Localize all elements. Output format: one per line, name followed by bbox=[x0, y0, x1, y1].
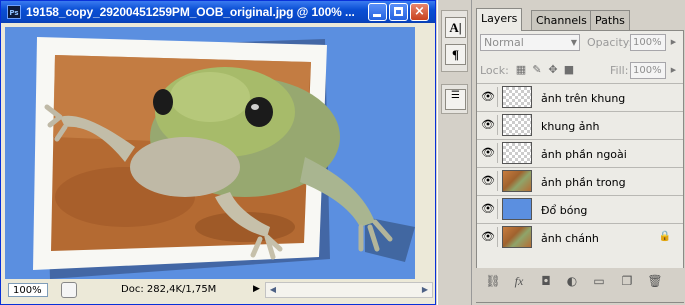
lock-position-icon[interactable]: ✥ bbox=[547, 64, 559, 76]
layer-lock-icon: 🔒 bbox=[658, 231, 671, 242]
scroll-right-icon[interactable]: ▶ bbox=[418, 283, 432, 297]
tab-paths[interactable]: Paths bbox=[590, 10, 630, 30]
tab-channels[interactable]: Channels bbox=[531, 10, 592, 30]
close-button[interactable]: × bbox=[410, 3, 429, 21]
layer-thumbnail bbox=[502, 142, 532, 164]
document-titlebar[interactable]: Ps 19158_copy_29200451259PM_OOB_original… bbox=[1, 1, 435, 23]
fill-input[interactable]: 100% bbox=[630, 62, 666, 79]
fill-dropdown-icon[interactable]: ▶ bbox=[669, 63, 678, 78]
layer-row[interactable]: 👁 ảnh phần trong bbox=[477, 167, 683, 195]
doc-size-info: Doc: 282,4K/1,75M bbox=[121, 284, 217, 295]
document-window: Ps 19158_copy_29200451259PM_OOB_original… bbox=[0, 0, 436, 305]
layer-name: ảnh trên khung bbox=[541, 92, 626, 105]
document-title: 19158_copy_29200451259PM_OOB_original.jp… bbox=[26, 5, 355, 19]
layers-pane: Normal ▼ Opacity: 100% ▶ Lock: ▦ ✎ ✥ ■ F… bbox=[476, 30, 684, 303]
layer-thumbnail bbox=[502, 198, 532, 220]
eye-icon[interactable]: 👁 bbox=[479, 87, 498, 107]
status-bar: 100% Doc: 282,4K/1,75M ▶ ◀ ▶ bbox=[5, 280, 433, 300]
opacity-input[interactable]: 100% bbox=[630, 34, 666, 51]
text-panel-group: A| ¶ bbox=[441, 10, 468, 72]
layer-row[interactable]: 👁 ảnh trên khung bbox=[477, 83, 683, 111]
eye-icon[interactable]: 👁 bbox=[479, 227, 498, 247]
navigator-icon[interactable] bbox=[61, 282, 77, 298]
history-panel-group: ☰ bbox=[441, 84, 468, 114]
image-canvas[interactable] bbox=[5, 27, 415, 279]
layers-panel: Layers Channels Paths Normal ▼ Opacity: … bbox=[471, 0, 685, 305]
lock-transparency-icon[interactable]: ▦ bbox=[515, 64, 527, 76]
layers-footer: ⛓ fx ◘ ◐ ▭ ❐ 🗑 bbox=[476, 268, 684, 302]
scroll-left-icon[interactable]: ◀ bbox=[266, 283, 280, 297]
minimize-button[interactable] bbox=[368, 3, 387, 21]
layer-row[interactable]: 👁 ảnh phần ngoài bbox=[477, 139, 683, 167]
panel-dock-strip: A| ¶ ☰ bbox=[437, 0, 471, 305]
layer-name: ảnh chánh bbox=[541, 232, 599, 245]
adjustment-icon[interactable]: ◐ bbox=[563, 274, 581, 288]
blend-mode-value: Normal bbox=[484, 36, 524, 49]
opacity-label: Opacity: bbox=[587, 36, 633, 49]
minimize-icon bbox=[373, 14, 381, 17]
new-layer-icon[interactable]: ❐ bbox=[618, 274, 636, 288]
chevron-down-icon: ▼ bbox=[570, 38, 577, 47]
blend-mode-select[interactable]: Normal ▼ bbox=[480, 34, 580, 51]
layer-thumbnail bbox=[502, 86, 532, 108]
layer-row[interactable]: 👁 ảnh chánh 🔒 bbox=[477, 223, 683, 251]
layer-name: ảnh phần trong bbox=[541, 176, 626, 189]
history-panel-icon[interactable]: ☰ bbox=[445, 89, 466, 110]
opacity-dropdown-icon[interactable]: ▶ bbox=[669, 35, 678, 50]
panel-tabs: Layers Channels Paths bbox=[476, 8, 682, 31]
maximize-icon bbox=[394, 7, 403, 16]
lock-pixels-icon[interactable]: ✎ bbox=[531, 64, 543, 76]
fill-label: Fill: bbox=[610, 64, 629, 77]
eye-icon[interactable]: 👁 bbox=[479, 115, 498, 135]
character-panel-icon[interactable]: A| bbox=[445, 17, 466, 38]
close-icon: × bbox=[414, 4, 425, 19]
layer-name: khung ảnh bbox=[541, 120, 600, 133]
eye-icon[interactable]: 👁 bbox=[479, 171, 498, 191]
link-icon[interactable]: ⛓ bbox=[484, 274, 502, 288]
tab-layers[interactable]: Layers bbox=[476, 8, 523, 31]
zoom-field[interactable]: 100% bbox=[8, 283, 48, 297]
trash-icon[interactable]: 🗑 bbox=[646, 274, 664, 288]
vertical-scrollbar[interactable] bbox=[417, 27, 433, 279]
frog-out-of-bounds-image bbox=[5, 27, 415, 279]
eye-icon[interactable]: 👁 bbox=[479, 199, 498, 219]
lock-all-icon[interactable]: ■ bbox=[563, 64, 575, 76]
paragraph-panel-icon[interactable]: ¶ bbox=[445, 44, 466, 65]
layer-name: Đổ bóng bbox=[541, 204, 588, 217]
eye-icon[interactable]: 👁 bbox=[479, 143, 498, 163]
layer-name: ảnh phần ngoài bbox=[541, 148, 627, 161]
layer-row[interactable]: 👁 khung ảnh bbox=[477, 111, 683, 139]
layer-thumbnail bbox=[502, 170, 532, 192]
mask-icon[interactable]: ◘ bbox=[537, 274, 555, 288]
horizontal-scrollbar[interactable]: ◀ ▶ bbox=[265, 282, 433, 298]
maximize-button[interactable] bbox=[389, 3, 408, 21]
layer-row[interactable]: 👁 Đổ bóng bbox=[477, 195, 683, 223]
photoshop-app-icon: Ps bbox=[7, 5, 21, 19]
layer-thumbnail bbox=[502, 114, 532, 136]
layer-thumbnail bbox=[502, 226, 532, 248]
lock-label: Lock: bbox=[480, 64, 509, 77]
status-menu-arrow-icon[interactable]: ▶ bbox=[253, 283, 263, 296]
fx-icon[interactable]: fx bbox=[510, 274, 528, 288]
group-folder-icon[interactable]: ▭ bbox=[590, 274, 608, 288]
